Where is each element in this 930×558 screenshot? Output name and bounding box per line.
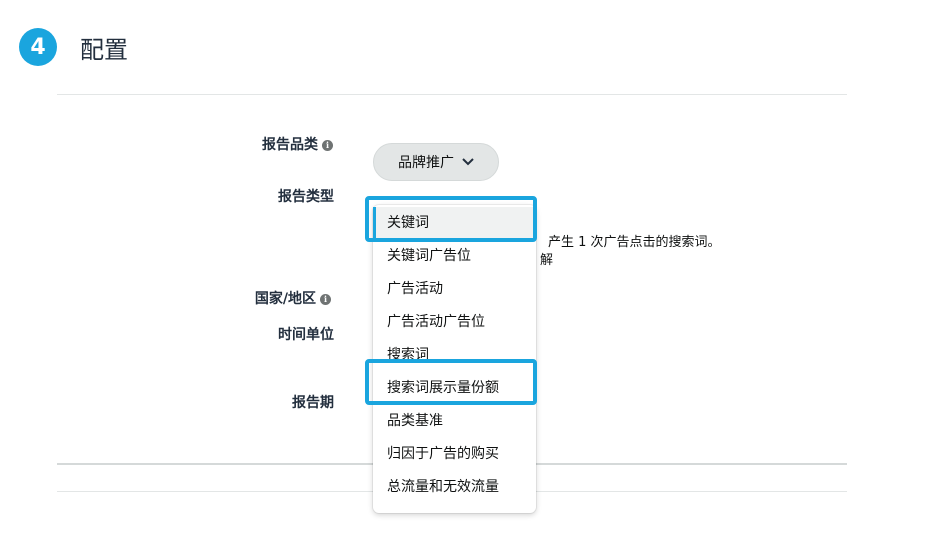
label-report-type: 报告类型 (278, 189, 334, 205)
info-icon[interactable]: i (320, 294, 331, 305)
dropdown-item-gross-invalid-traffic[interactable]: 总流量和无效流量 (373, 471, 536, 504)
dropdown-item-attributed-purchases[interactable]: 归因于广告的购买 (373, 438, 536, 471)
dropdown-item-search-term[interactable]: 搜索词 (373, 339, 536, 372)
section-title: 配置 (80, 36, 128, 64)
dropdown-item-keyword[interactable]: 关键词 (373, 207, 536, 240)
chevron-down-icon (462, 156, 474, 169)
label-country-region: 国家/地区 i (255, 288, 331, 308)
report-category-value: 品牌推广 (398, 155, 454, 171)
info-icon[interactable]: i (322, 140, 333, 151)
report-type-description: 产生 1 次广告点击的搜索词。 (548, 235, 721, 250)
label-time-unit: 时间单位 (278, 327, 334, 343)
top-divider (57, 94, 847, 95)
dropdown-item-keyword-placement[interactable]: 关键词广告位 (373, 240, 536, 273)
label-report-category: 报告品类 i (262, 134, 333, 154)
dropdown-item-campaign-placement[interactable]: 广告活动广告位 (373, 306, 536, 339)
report-category-select[interactable]: 品牌推广 (373, 143, 499, 181)
report-type-dropdown[interactable]: 关键词 关键词广告位 广告活动 广告活动广告位 搜索词 搜索词展示量份额 品类基… (373, 205, 536, 513)
label-report-period: 报告期 (292, 395, 334, 411)
dropdown-item-campaign[interactable]: 广告活动 (373, 273, 536, 306)
step-number-badge: 4 (19, 28, 57, 66)
dropdown-item-category-benchmark[interactable]: 品类基准 (373, 405, 536, 438)
report-type-description-more: 解 (540, 253, 554, 268)
dropdown-item-search-term-impression-share[interactable]: 搜索词展示量份额 (373, 372, 536, 405)
